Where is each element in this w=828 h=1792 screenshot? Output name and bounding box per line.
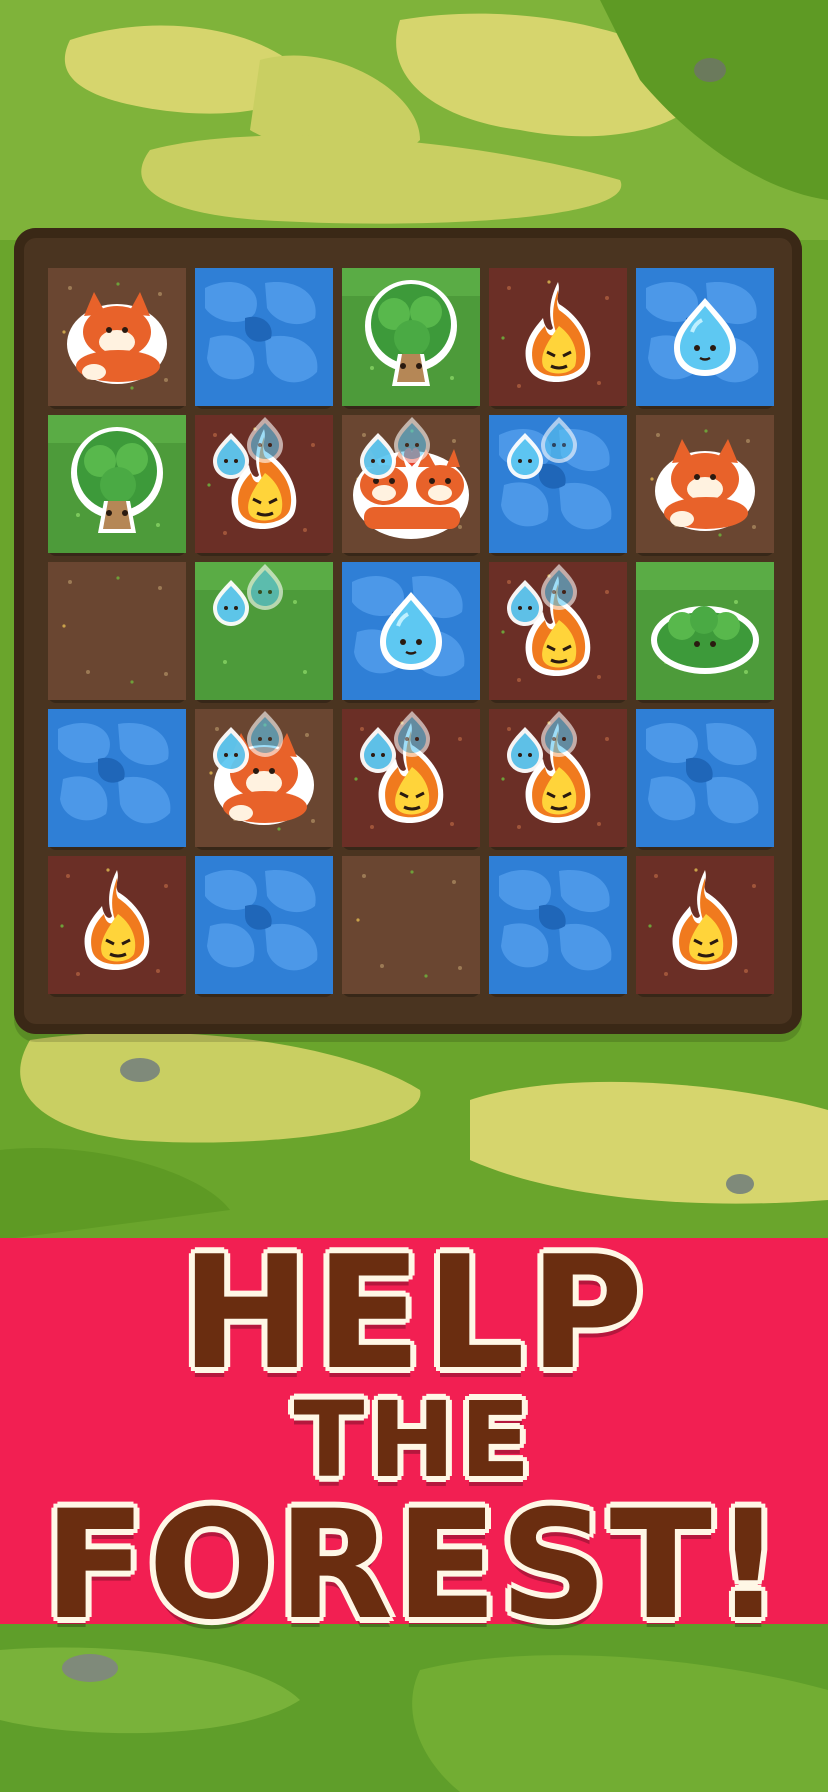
board-tile-r3-c1[interactable] bbox=[48, 562, 186, 700]
board-tile-r3-c3[interactable] bbox=[342, 562, 480, 700]
board-tile-r4-c4[interactable] bbox=[489, 709, 627, 847]
board-tile-r2-c4[interactable] bbox=[489, 415, 627, 553]
fire-icon bbox=[672, 870, 738, 971]
board-tile-r5-c4[interactable] bbox=[489, 856, 627, 994]
board-tile-r1-c2[interactable] bbox=[195, 268, 333, 406]
board-tile-r4-c1[interactable] bbox=[48, 709, 186, 847]
board-tile-r2-c5[interactable] bbox=[636, 415, 774, 553]
board-tile-r4-c2[interactable] bbox=[195, 709, 333, 847]
tree-icon bbox=[71, 427, 163, 533]
board-tile-r4-c5[interactable] bbox=[636, 709, 774, 847]
board-tile-r4-c3[interactable] bbox=[342, 709, 480, 847]
water-drop-preview-icon bbox=[507, 564, 577, 626]
water-drop-preview-icon bbox=[213, 564, 283, 626]
game-board-grid bbox=[48, 268, 780, 1004]
board-tile-r1-c5[interactable] bbox=[636, 268, 774, 406]
board-tile-r5-c1[interactable] bbox=[48, 856, 186, 994]
board-tile-r5-c5[interactable] bbox=[636, 856, 774, 994]
board-tile-r3-c2[interactable] bbox=[195, 562, 333, 700]
water-drop-preview-icon bbox=[360, 711, 430, 773]
board-tile-r2-c1[interactable] bbox=[48, 415, 186, 553]
tree-icon bbox=[365, 280, 457, 386]
board-tile-r5-c3[interactable] bbox=[342, 856, 480, 994]
board-tile-r2-c2[interactable] bbox=[195, 415, 333, 553]
water-drop-preview-icon bbox=[507, 711, 577, 773]
headline-line-1: HELP bbox=[180, 1222, 648, 1404]
droplet-icon bbox=[380, 592, 442, 670]
fire-icon bbox=[525, 282, 591, 383]
board-tile-r5-c2[interactable] bbox=[195, 856, 333, 994]
water-drop-preview-icon bbox=[360, 417, 430, 479]
fox-icon bbox=[67, 292, 167, 384]
bush-icon bbox=[651, 606, 759, 674]
water-drop-preview-icon bbox=[213, 417, 283, 479]
board-tile-r2-c3[interactable] bbox=[342, 415, 480, 553]
droplet-icon bbox=[674, 298, 736, 376]
board-tile-r3-c5[interactable] bbox=[636, 562, 774, 700]
fox-icon bbox=[655, 439, 755, 531]
board-tile-r1-c4[interactable] bbox=[489, 268, 627, 406]
board-tile-r1-c3[interactable] bbox=[342, 268, 480, 406]
water-drop-preview-icon bbox=[213, 711, 283, 773]
board-tile-r3-c4[interactable] bbox=[489, 562, 627, 700]
fire-icon bbox=[84, 870, 150, 971]
board-tile-r1-c1[interactable] bbox=[48, 268, 186, 406]
headline-line-3: FOREST! bbox=[43, 1479, 785, 1653]
water-drop-preview-icon bbox=[507, 417, 577, 479]
